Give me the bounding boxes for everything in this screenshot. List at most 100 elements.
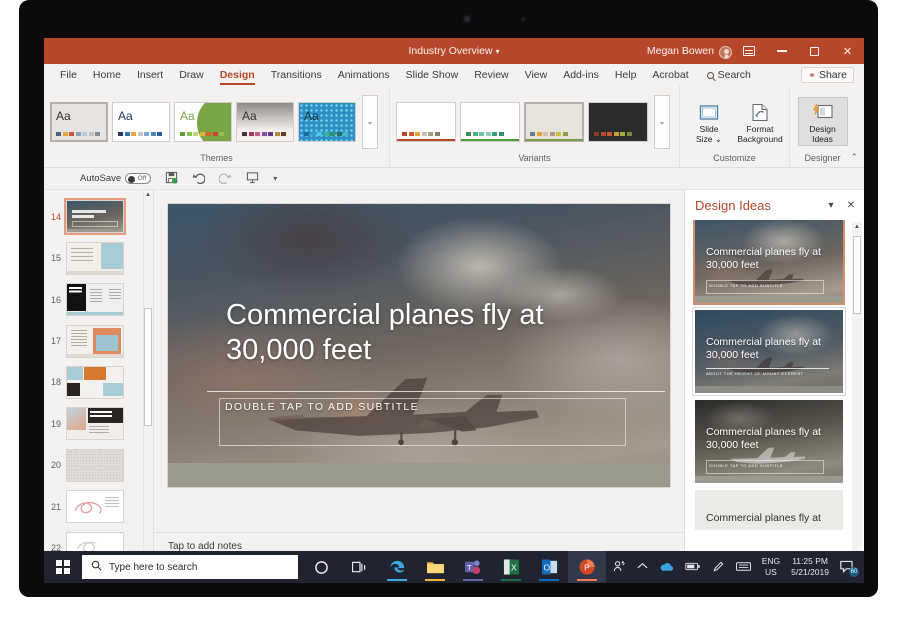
- save-button[interactable]: [165, 171, 178, 187]
- tab-slide-show[interactable]: Slide Show: [398, 64, 467, 86]
- outlook-taskbar-button[interactable]: O: [530, 551, 568, 583]
- tab-animations[interactable]: Animations: [330, 64, 398, 86]
- tab-file[interactable]: File: [52, 64, 85, 86]
- powerpoint-taskbar-button[interactable]: P: [568, 551, 606, 583]
- tab-add-ins[interactable]: Add-ins: [555, 64, 607, 86]
- ribbon-display-options-button[interactable]: [732, 38, 765, 64]
- account-name[interactable]: Megan Bowen: [647, 45, 714, 57]
- theme-thumbnail-1[interactable]: Aa: [50, 102, 108, 142]
- themes-more-button[interactable]: ⌄: [362, 95, 378, 149]
- design-idea-4[interactable]: Commercial planes fly at: [695, 490, 843, 530]
- design-idea-subtitle-text: DOUBLE TAP TO ADD SUBTITLE: [709, 283, 783, 288]
- teams-taskbar-button[interactable]: T: [454, 551, 492, 583]
- autosave-control[interactable]: AutoSave Off: [80, 173, 151, 184]
- clock[interactable]: 11:25 PM 5/21/2019: [791, 556, 829, 577]
- edge-taskbar-button[interactable]: [378, 551, 416, 583]
- taskbar-icons: T X O P: [302, 551, 606, 583]
- tab-review[interactable]: Review: [466, 64, 516, 86]
- close-button[interactable]: ✕: [831, 38, 864, 64]
- chevron-down-icon[interactable]: ▾: [824, 200, 838, 211]
- design-idea-1[interactable]: Commercial planes fly at 30,000 feet DOU…: [695, 220, 843, 303]
- thumbnails-scrollbar-thumb[interactable]: [144, 308, 152, 426]
- start-slideshow-button[interactable]: [246, 171, 259, 187]
- language-indicator[interactable]: ENG US: [762, 556, 780, 577]
- search-box[interactable]: Search: [707, 69, 751, 81]
- variant-thumbnail-1[interactable]: [396, 102, 456, 142]
- tab-home[interactable]: Home: [85, 64, 129, 86]
- variant-thumbnail-4[interactable]: [588, 102, 648, 142]
- tab-view[interactable]: View: [517, 64, 556, 86]
- work-area: 14 15 16: [44, 190, 864, 569]
- meet-now-icon[interactable]: [613, 560, 626, 575]
- slide-thumbnails-pane[interactable]: 14 15 16: [44, 190, 154, 569]
- pen-icon[interactable]: [712, 560, 725, 575]
- slide-subtitle-placeholder-text: DOUBLE TAP TO ADD SUBTITLE: [225, 401, 419, 413]
- design-ideas-scrollbar[interactable]: ▲ ▼: [852, 222, 862, 563]
- thumbnail-14[interactable]: 14: [44, 196, 153, 237]
- autosave-toggle[interactable]: Off: [125, 173, 151, 184]
- thumbnail-17[interactable]: 17: [44, 320, 153, 361]
- tab-draw[interactable]: Draw: [171, 64, 212, 86]
- thumbnail-19[interactable]: 19: [44, 403, 153, 444]
- slide-size-icon: [699, 101, 719, 123]
- action-center-button[interactable]: 60: [840, 560, 856, 574]
- thumbnail-15[interactable]: 15: [44, 237, 153, 278]
- tab-help[interactable]: Help: [607, 64, 645, 86]
- redo-button[interactable]: [219, 171, 232, 187]
- theme-thumbnail-2[interactable]: Aa: [112, 102, 170, 142]
- undo-button[interactable]: [192, 171, 205, 187]
- excel-taskbar-button[interactable]: X: [492, 551, 530, 583]
- thumbnails-scrollbar[interactable]: ▲ ▼: [143, 190, 153, 569]
- slide-title[interactable]: Commercial planes fly at 30,000 feet: [226, 298, 626, 369]
- task-view-button[interactable]: [340, 551, 378, 583]
- tab-acrobat[interactable]: Acrobat: [644, 64, 696, 86]
- design-idea-3[interactable]: Commercial planes fly at 30,000 feet DOU…: [695, 400, 843, 483]
- slide-size-button[interactable]: Slide Size ⌄: [686, 98, 732, 145]
- design-ideas-button[interactable]: Design Ideas: [799, 98, 847, 145]
- customize-qat-button[interactable]: ▾: [273, 174, 277, 183]
- start-button[interactable]: [44, 551, 82, 583]
- design-ideas-icon: [812, 101, 834, 123]
- thumbnail-number: 18: [46, 377, 66, 387]
- theme-thumbnail-4[interactable]: Aa: [236, 102, 294, 142]
- close-icon[interactable]: ✕: [844, 200, 858, 211]
- scroll-up-icon[interactable]: ▲: [853, 222, 861, 232]
- thumbnail-image: [66, 242, 124, 275]
- collapse-ribbon-button[interactable]: ⌃: [850, 152, 858, 163]
- share-button[interactable]: ⚭ Share: [801, 67, 854, 83]
- design-ideas-pane: Design Ideas ▾ ✕ Commercial planes fly a…: [684, 190, 864, 569]
- file-explorer-taskbar-button[interactable]: [416, 551, 454, 583]
- touch-keyboard-icon[interactable]: [736, 561, 751, 574]
- restore-button[interactable]: [798, 38, 831, 64]
- variant-thumbnail-2[interactable]: [460, 102, 520, 142]
- autosave-toggle-knob: [128, 176, 135, 183]
- thumbnail-number: 16: [46, 295, 66, 305]
- variant-thumbnail-3[interactable]: [524, 102, 584, 142]
- cortana-icon: [314, 560, 329, 575]
- show-hidden-icons-button[interactable]: [637, 562, 648, 572]
- thumbnail-21[interactable]: 21: [44, 486, 153, 527]
- cortana-button[interactable]: [302, 551, 340, 583]
- thumbnail-16[interactable]: 16: [44, 279, 153, 320]
- tab-insert[interactable]: Insert: [129, 64, 171, 86]
- current-slide[interactable]: Commercial planes fly at 30,000 feet DOU…: [168, 204, 670, 487]
- screen: Industry Overview▾ Megan Bowen ✕: [44, 38, 864, 583]
- minimize-button[interactable]: [765, 38, 798, 64]
- task-view-icon: [352, 561, 367, 574]
- format-background-button[interactable]: Format Background: [737, 98, 783, 145]
- design-idea-2[interactable]: Commercial planes fly at 30,000 feet ABO…: [695, 310, 843, 393]
- theme-swatches: [180, 132, 224, 136]
- onedrive-icon[interactable]: [659, 561, 674, 574]
- variants-more-button[interactable]: ⌄: [654, 95, 670, 149]
- scroll-up-icon[interactable]: ▲: [144, 190, 152, 200]
- thumbnail-20[interactable]: 20: [44, 445, 153, 486]
- tab-design[interactable]: Design: [212, 64, 263, 86]
- tab-transitions[interactable]: Transitions: [263, 64, 330, 86]
- battery-icon[interactable]: [685, 562, 701, 573]
- design-ideas-scrollbar-thumb[interactable]: [853, 236, 861, 314]
- avatar[interactable]: [719, 46, 732, 59]
- theme-thumbnail-5[interactable]: Aa: [298, 102, 356, 142]
- search-input[interactable]: Type here to search: [82, 555, 298, 579]
- theme-thumbnail-3[interactable]: Aa: [174, 102, 232, 142]
- thumbnail-18[interactable]: 18: [44, 362, 153, 403]
